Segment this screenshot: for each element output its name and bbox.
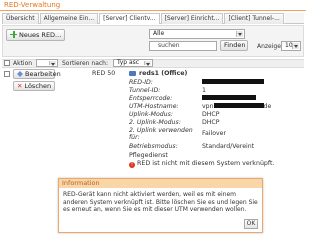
tab-bar: Übersicht Allgemeine Ein... [Server] Cli…: [2, 13, 304, 24]
status-text: RED ist nicht mit diesem System verknüpf…: [137, 160, 275, 167]
utm-hostname-prefix: vpn: [202, 103, 214, 110]
device-name: reds1 (Office): [139, 70, 188, 77]
utm-hostname-label: UTM-Hostname:: [129, 103, 179, 110]
toolbar: Neues RED... Alle suchen Finden Anzeige:…: [2, 25, 304, 57]
sort-label: Sortieren nach:: [62, 60, 108, 67]
edit-label: Bearbeiten: [25, 70, 61, 78]
operating-mode-value: Standard/Vereint: [202, 143, 255, 150]
tab-overview[interactable]: Übersicht: [2, 13, 39, 24]
list-header: Aktion Sortieren nach: Typ asc: [2, 59, 304, 68]
tab-general-settings[interactable]: Allgemeine Ein...: [39, 13, 99, 24]
uplink-mode-label: Uplink-Modus:: [129, 111, 173, 118]
table-row: Bearbeiten ✕ Löschen RED 50 reds1 (Office…: [2, 69, 304, 177]
error-icon: !: [129, 162, 135, 168]
action-label: Aktion: [13, 60, 33, 67]
operating-mode-label: Betriebsmodus:: [129, 143, 178, 150]
close-icon: ✕: [17, 82, 23, 90]
search-placeholder: suchen: [158, 42, 180, 49]
tab-server-client[interactable]: [Server] Clientv...: [99, 13, 160, 24]
filter-select[interactable]: Alle: [149, 29, 245, 39]
tab-client-tunnel[interactable]: [Client] Tunnel-...: [224, 13, 284, 24]
maintained-label: Pflegedienst: [129, 152, 168, 159]
redacted-block: [202, 95, 256, 100]
tab-server-setup[interactable]: [Server] Einricht...: [160, 13, 224, 24]
find-button[interactable]: Finden: [220, 40, 248, 51]
device-icon: [129, 71, 136, 76]
chevron-down-icon: [292, 43, 299, 49]
dialog-title: Information: [59, 179, 262, 188]
chevron-down-icon: [236, 31, 243, 37]
red-id-value: [202, 79, 264, 86]
utm-hostname-suffix: de: [263, 103, 272, 110]
new-red-button[interactable]: Neues RED...: [6, 29, 66, 41]
chevron-down-icon: [49, 61, 56, 66]
chevron-down-icon: [144, 61, 151, 66]
dialog-message: RED-Gerät kann nicht aktiviert werden, w…: [63, 191, 258, 213]
second-uplink-use-label: 2. Uplink verwenden für:: [129, 127, 193, 141]
filter-select-value: Alle: [153, 30, 165, 37]
display-count-select[interactable]: 10: [281, 41, 301, 51]
second-uplink-use-value: Failover: [202, 130, 227, 137]
plus-icon: [10, 31, 17, 38]
action-select[interactable]: [36, 59, 58, 67]
redacted-block: [202, 79, 264, 84]
unlock-code-label: Entsperrcode:: [129, 95, 173, 102]
delete-label: Löschen: [24, 82, 52, 90]
device-type: RED 50: [92, 70, 116, 77]
select-all-checkbox[interactable]: [4, 60, 10, 66]
second-uplink-mode-label: 2. Uplink-Modus:: [129, 119, 181, 126]
tunnel-id-value: 1: [202, 87, 206, 94]
window-title: RED-Verwaltung: [0, 0, 306, 11]
search-input[interactable]: suchen: [149, 41, 217, 51]
utm-hostname-value: vpn de: [202, 103, 271, 110]
sort-select[interactable]: Typ asc: [113, 59, 153, 67]
red-id-label: RED-ID:: [129, 79, 153, 86]
pencil-icon: [17, 71, 23, 77]
tab-bar-fill: [284, 13, 304, 23]
uplink-mode-value: DHCP: [202, 111, 220, 118]
row-checkbox[interactable]: [4, 71, 10, 77]
unlock-code-value: [202, 95, 256, 102]
display-label: Anzeige:: [257, 43, 283, 50]
info-dialog: Information RED-Gerät kann nicht aktivie…: [58, 178, 263, 233]
second-uplink-mode-value: DHCP: [202, 119, 220, 126]
status-message: ! RED ist nicht mit diesem System verknüp…: [129, 160, 275, 168]
ok-button[interactable]: OK: [244, 219, 258, 229]
tunnel-id-label: Tunnel-ID:: [129, 87, 161, 94]
new-red-label: Neues RED...: [19, 31, 62, 39]
sort-value: Typ asc: [117, 59, 140, 66]
edit-button[interactable]: Bearbeiten: [13, 69, 61, 79]
delete-button[interactable]: ✕ Löschen: [13, 81, 55, 91]
redacted-block: [213, 103, 264, 108]
